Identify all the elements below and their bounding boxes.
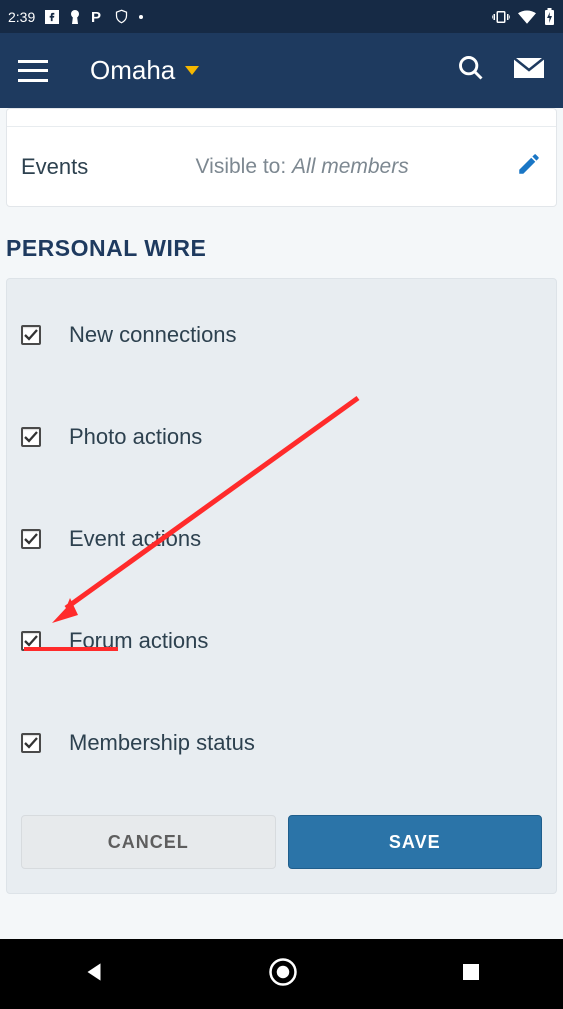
check-row-membership-status: Membership status	[21, 707, 542, 779]
location-dropdown[interactable]: Omaha	[90, 55, 199, 86]
check-row-photo-actions: Photo actions	[21, 401, 542, 473]
keyhole-icon	[69, 9, 81, 25]
status-time: 2:39	[8, 9, 35, 25]
checkbox-label: New connections	[69, 322, 237, 348]
checkbox-forum-actions[interactable]	[21, 631, 41, 651]
events-label: Events	[21, 154, 88, 180]
edit-events-button[interactable]	[516, 151, 542, 182]
checkbox-label: Forum actions	[69, 628, 208, 654]
dot-icon	[139, 15, 143, 19]
battery-charging-icon	[544, 8, 555, 25]
facebook-notification-icon	[45, 10, 59, 24]
svg-text:P: P	[91, 9, 101, 24]
check-row-forum-actions: Forum actions	[21, 605, 542, 677]
checkbox-photo-actions[interactable]	[21, 427, 41, 447]
check-row-event-actions: Event actions	[21, 503, 542, 575]
checkbox-label: Event actions	[69, 526, 201, 552]
checkbox-membership-status[interactable]	[21, 733, 41, 753]
checkbox-label: Membership status	[69, 730, 255, 756]
personal-wire-panel: New connections Photo actions Event acti…	[6, 278, 557, 894]
mail-button[interactable]	[513, 57, 545, 84]
cancel-button[interactable]: CANCEL	[21, 815, 276, 869]
android-nav-bar	[0, 939, 563, 1009]
events-visibility: Visible to: All members	[88, 155, 516, 179]
menu-button[interactable]	[18, 60, 48, 82]
shield-icon	[114, 9, 129, 24]
chevron-down-icon	[185, 66, 199, 75]
nav-home-button[interactable]	[268, 957, 298, 992]
save-button[interactable]: SAVE	[288, 815, 543, 869]
section-title: PERSONAL WIRE	[0, 207, 563, 278]
wifi-icon	[518, 10, 536, 24]
events-card: Events Visible to: All members	[6, 108, 557, 207]
checkbox-new-connections[interactable]	[21, 325, 41, 345]
android-status-bar: 2:39 P	[0, 0, 563, 33]
vibrate-icon	[492, 10, 510, 24]
location-title: Omaha	[90, 55, 175, 86]
checkbox-event-actions[interactable]	[21, 529, 41, 549]
checkbox-label: Photo actions	[69, 424, 202, 450]
nav-back-button[interactable]	[81, 959, 107, 990]
check-row-new-connections: New connections	[21, 299, 542, 371]
nav-recent-button[interactable]	[459, 960, 483, 989]
search-button[interactable]	[457, 54, 485, 87]
p-icon: P	[91, 9, 104, 24]
app-bar: Omaha	[0, 33, 563, 108]
